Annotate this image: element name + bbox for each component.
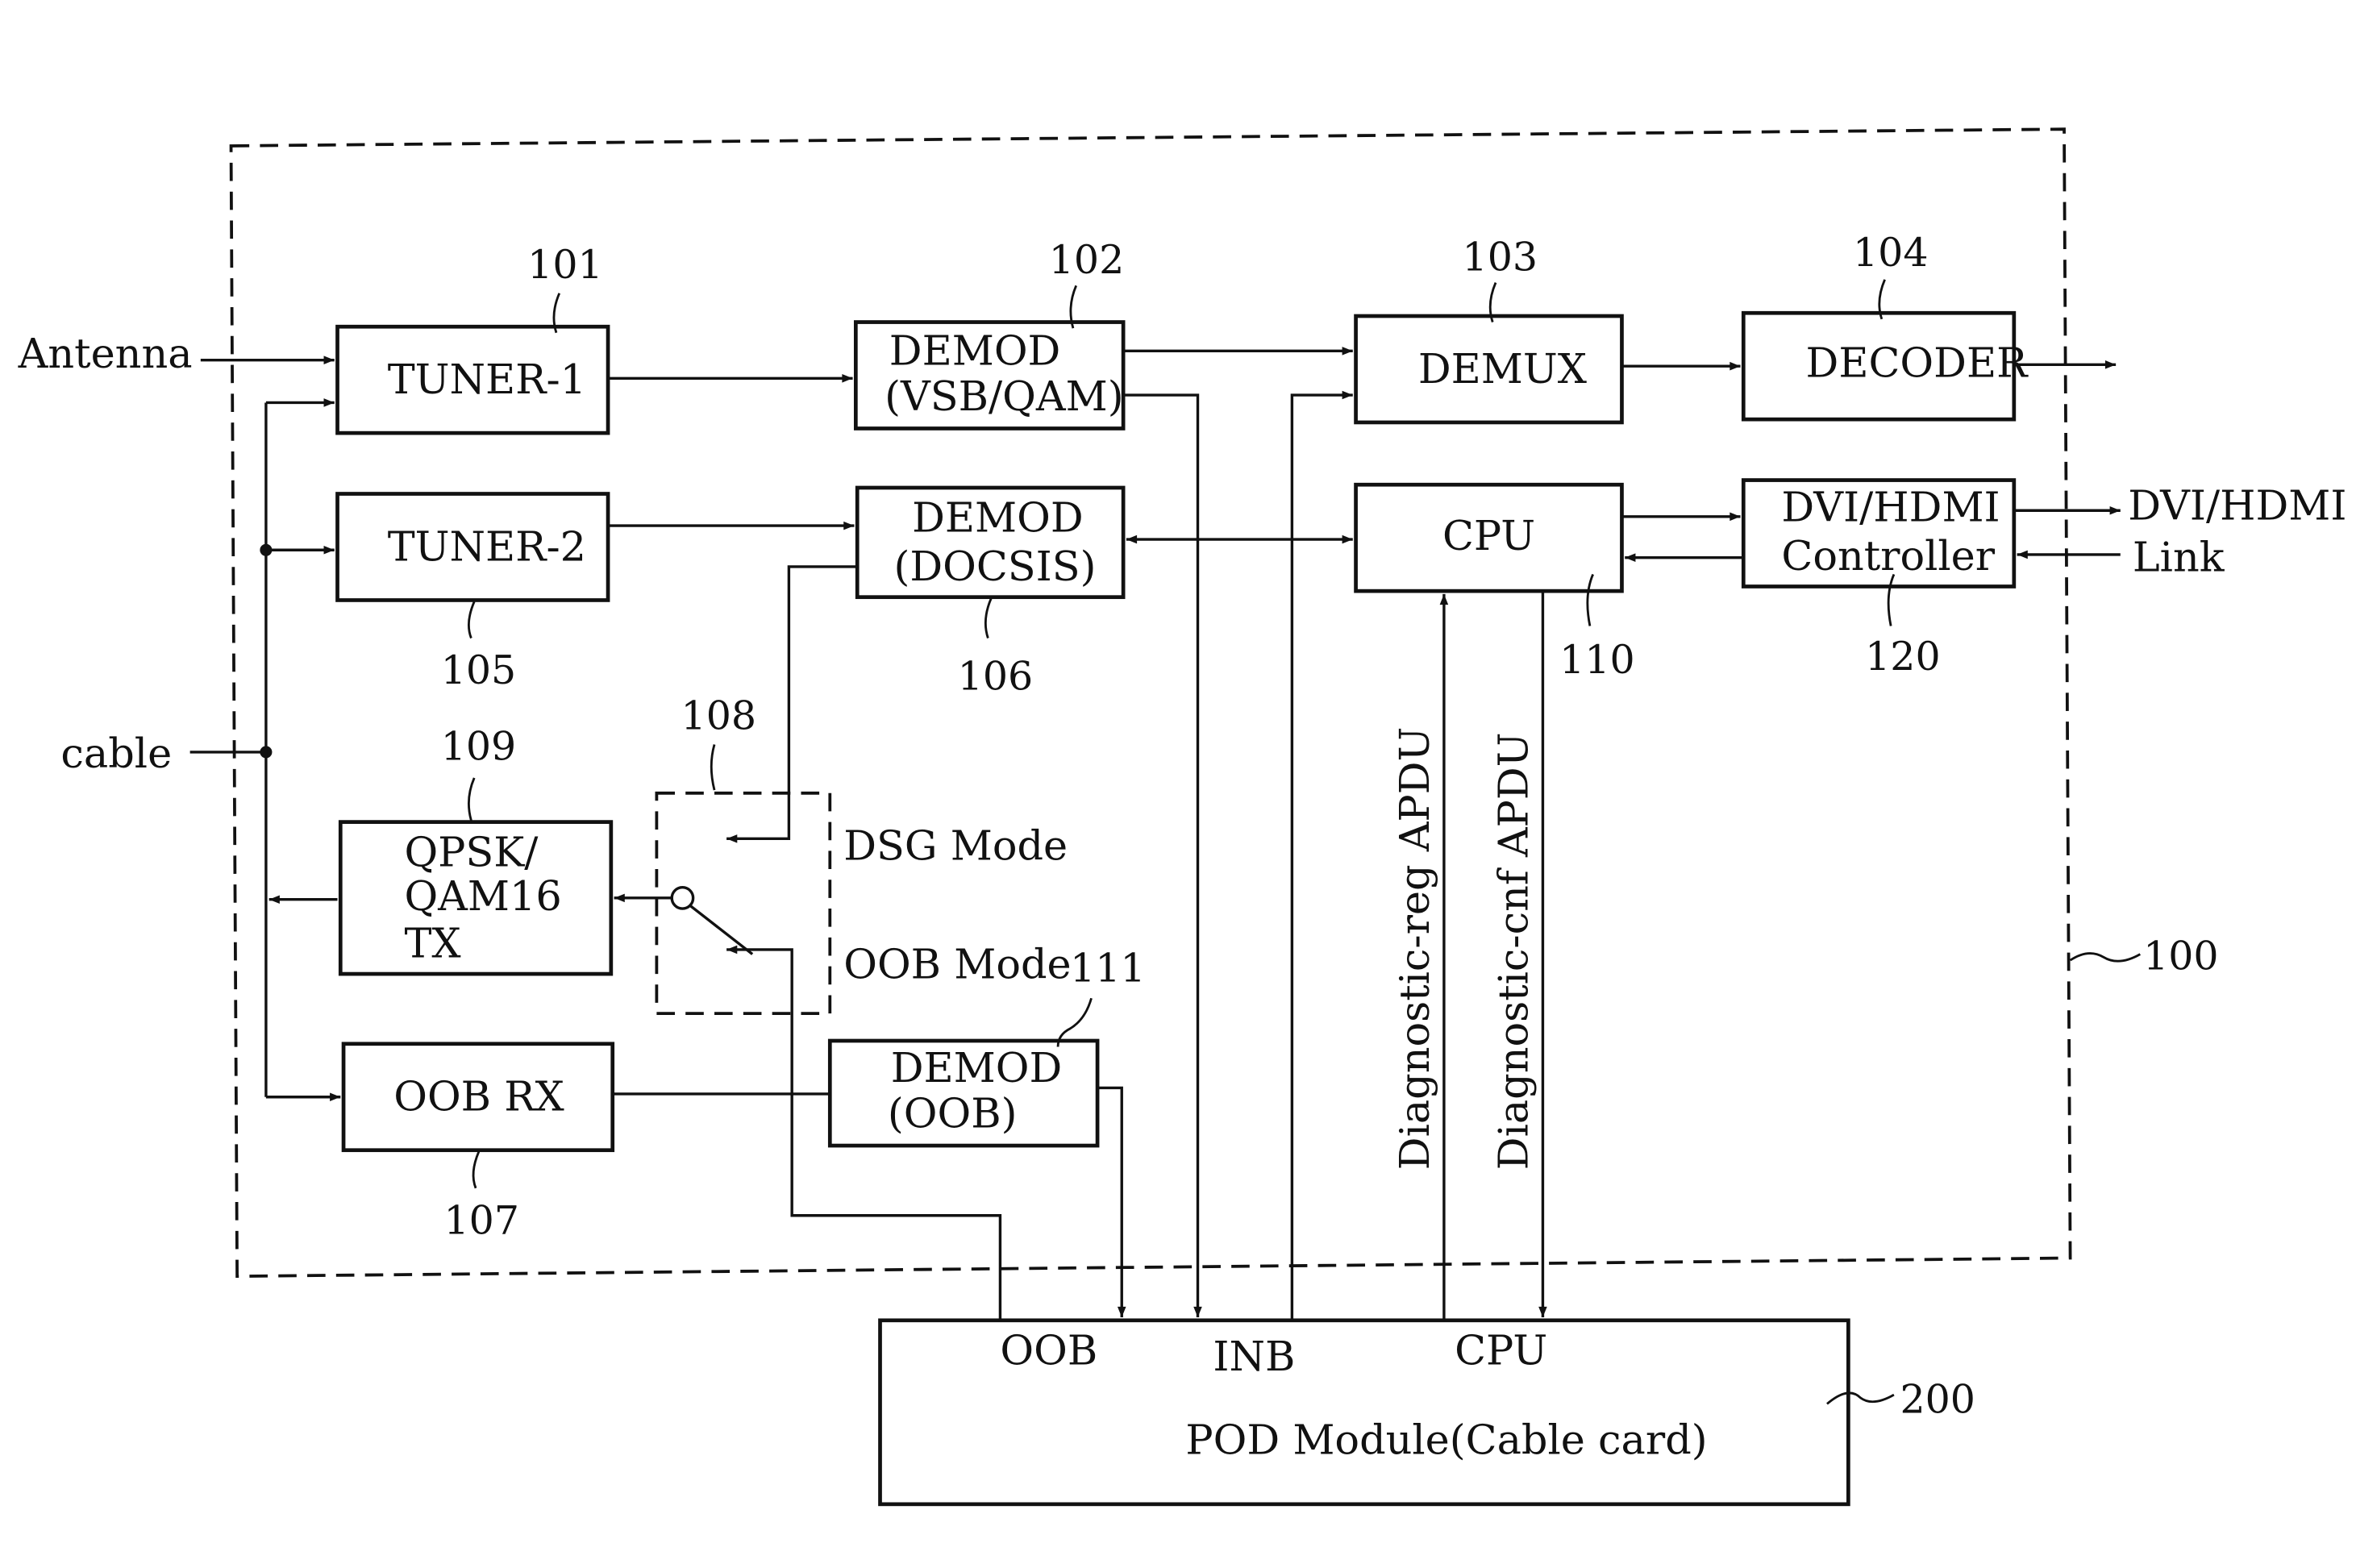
oob-mode-label: OOB Mode [843,942,1071,989]
diagnostic-cnf-label: Diagnostic-cnf APDU [1491,733,1538,1171]
mode-switch [655,791,832,1015]
ref-108: 108 [681,693,757,739]
ref-111: 111 [1070,946,1146,992]
ref-120: 120 [1865,634,1941,680]
demod-vsb-qam-block: DEMOD (VSB/QAM) [853,320,1126,430]
ref-109: 109 [441,723,517,769]
dsg-mode-label: DSG Mode [843,823,1068,871]
pod-port-oob: OOB [1000,1327,1097,1375]
dvi-hdmi-output-label: DVI/HDMI [2128,483,2346,530]
svg-text:QPSK/: QPSK/ [404,829,539,876]
dvi-hdmi-controller-block: DVI/HDMI Controller [1741,478,2017,589]
ref-101: 101 [527,242,603,288]
link-label: Link [2133,534,2225,582]
ref-100-leader [2069,952,2142,963]
oob-rx-block: OOB RX [341,1042,615,1153]
svg-text:DEMUX: DEMUX [1418,346,1587,393]
svg-text:DECODER: DECODER [1806,339,2029,387]
block-diagram: 100 Antenna cable DVI/HDMI Link TUNER-1 … [18,127,2346,1507]
svg-text:TUNER-2: TUNER-2 [388,523,586,571]
cpu-block: CPU [1354,482,1624,593]
ref-104: 104 [1853,230,1929,276]
svg-text:Controller: Controller [1781,533,1995,580]
tuner-1-block: TUNER-1 [335,324,610,435]
qpsk-qam16-tx-block: QPSK/ QAM16 TX [338,820,614,976]
pod-port-cpu: CPU [1455,1327,1547,1375]
ref-103: 103 [1463,234,1538,280]
svg-text:QAM16: QAM16 [404,873,561,921]
decoder-block: DECODER [1741,310,2029,422]
ref-107: 107 [443,1197,519,1243]
svg-text:TX: TX [404,920,460,967]
svg-text:TUNER-1: TUNER-1 [388,356,586,404]
svg-text:(OOB): (OOB) [888,1090,1018,1138]
svg-text:DEMOD: DEMOD [891,1045,1063,1092]
ref-105: 105 [441,647,517,693]
diagnostic-req-label: Diagnostic-reg APDU [1392,727,1439,1171]
demod-oob-block: DEMOD (OOB) [827,1038,1100,1148]
ref-110: 110 [1559,637,1635,683]
svg-text:CPU: CPU [1442,513,1535,560]
pod-port-inb: INB [1213,1333,1295,1381]
cable-label: cable [60,730,172,778]
svg-text:DEMOD: DEMOD [912,495,1084,543]
svg-text:OOB RX: OOB RX [393,1074,564,1121]
ref-102: 102 [1049,237,1125,283]
antenna-label: Antenna [18,331,193,378]
demod-docsis-block: DEMOD (DOCSIS) [855,485,1126,600]
pod-module-block: OOB INB CPU POD Module(Cable card) [878,1318,1850,1507]
ref-200: 200 [1900,1377,1975,1423]
ref-100: 100 [2143,933,2219,979]
pod-module-title: POD Module(Cable card) [1185,1417,1707,1465]
svg-text:(VSB/QAM): (VSB/QAM) [885,373,1123,421]
svg-text:DEMOD: DEMOD [889,327,1061,375]
ref-106: 106 [958,654,1034,700]
svg-text:DVI/HDMI: DVI/HDMI [1781,484,2000,531]
demux-block: DEMUX [1354,314,1624,425]
tuner-2-block: TUNER-2 [335,492,610,602]
svg-text:(DOCSIS): (DOCSIS) [893,543,1096,591]
